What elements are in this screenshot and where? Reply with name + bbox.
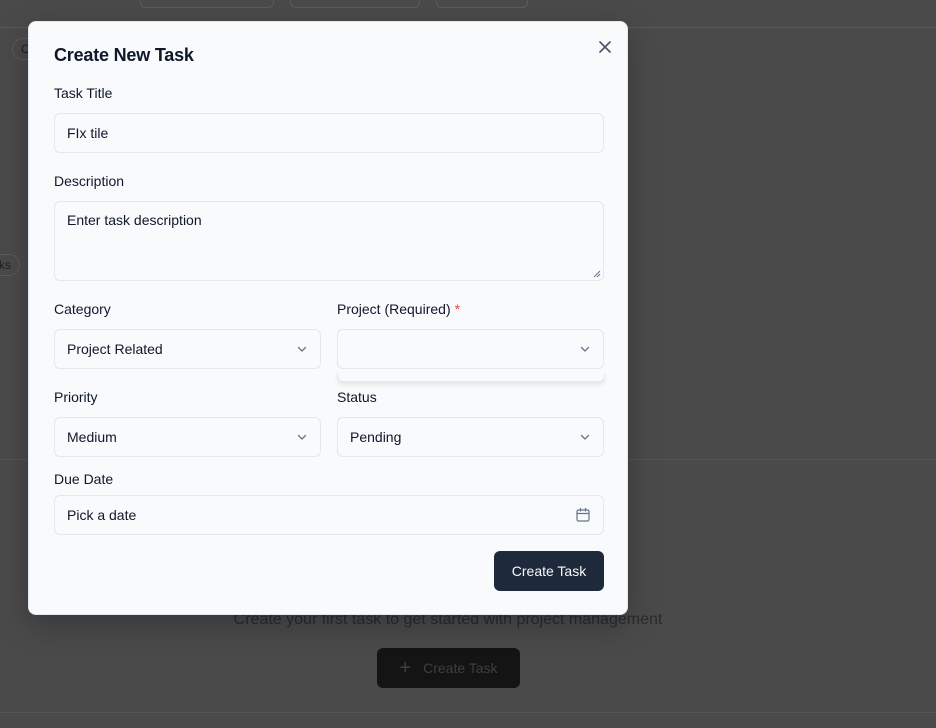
category-label: Category xyxy=(54,301,111,317)
dialog-title: Create New Task xyxy=(54,45,194,65)
project-label-text: Project (Required) xyxy=(337,301,451,317)
background-create-task-label: Create Task xyxy=(423,660,498,676)
background-tab xyxy=(290,0,420,8)
chevron-down-icon xyxy=(297,346,307,352)
description-textarea[interactable] xyxy=(55,202,603,280)
resize-handle-icon[interactable] xyxy=(593,270,601,278)
due-date-label: Due Date xyxy=(54,471,114,487)
task-title-label: Task Title xyxy=(54,85,113,101)
status-label: Status xyxy=(337,389,377,405)
task-title-field[interactable] xyxy=(54,113,604,153)
priority-select[interactable]: Medium xyxy=(54,417,321,457)
due-date-picker[interactable]: Pick a date xyxy=(54,495,604,535)
priority-value: Medium xyxy=(67,429,117,445)
description-label: Description xyxy=(54,173,125,189)
category-select[interactable]: Project Related xyxy=(54,329,321,369)
close-button[interactable] xyxy=(596,38,614,56)
status-select[interactable]: Pending xyxy=(337,417,604,457)
chevron-down-icon xyxy=(297,434,307,440)
create-task-button[interactable]: Create Task xyxy=(494,551,604,591)
chevron-down-icon xyxy=(580,434,590,440)
background-divider xyxy=(0,712,936,713)
category-value: Project Related xyxy=(67,341,163,357)
background-tab xyxy=(436,0,528,8)
due-date-placeholder: Pick a date xyxy=(67,507,137,523)
description-field[interactable] xyxy=(54,201,604,281)
create-task-dialog: Create New Task Task Title Description C… xyxy=(28,21,628,615)
background-tab xyxy=(140,0,274,8)
project-label: Project (Required) * xyxy=(337,301,460,317)
close-icon xyxy=(599,41,611,53)
background-chip: ks xyxy=(0,254,20,276)
status-value: Pending xyxy=(350,429,402,445)
project-select[interactable] xyxy=(337,329,604,369)
plus-icon: + xyxy=(399,657,412,679)
required-asterisk: * xyxy=(454,301,461,317)
chevron-down-icon xyxy=(580,346,590,352)
project-dropdown-panel[interactable] xyxy=(337,373,605,382)
task-title-input[interactable] xyxy=(67,125,591,141)
calendar-icon xyxy=(576,507,590,522)
priority-label: Priority xyxy=(54,389,98,405)
background-create-task-button: + Create Task xyxy=(377,648,520,688)
